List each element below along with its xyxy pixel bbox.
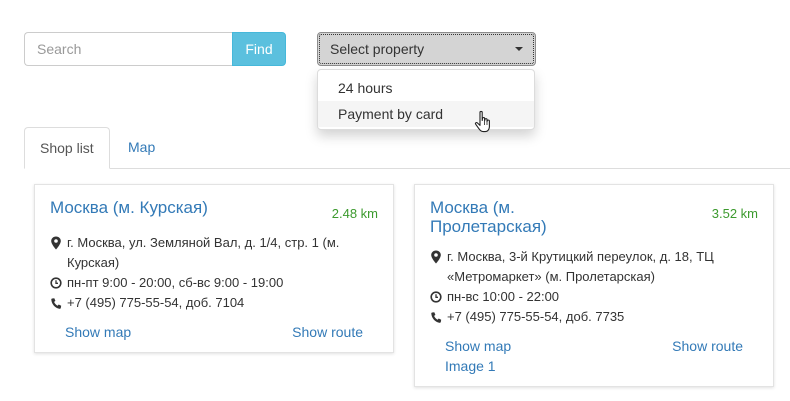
find-button[interactable]: Find <box>232 32 286 66</box>
shop-distance: 3.52 km <box>711 206 758 221</box>
shop-title[interactable]: Москва (м. Пролетарская) <box>430 198 630 236</box>
tab-map[interactable]: Map <box>113 127 170 169</box>
clock-icon <box>50 277 62 289</box>
shop-phone: +7 (495) 775-55-54, доб. 7104 <box>67 295 245 310</box>
tab-shop-list[interactable]: Shop list <box>24 127 110 169</box>
shop-card: Москва (м. Курская) 2.48 km г. Москва, у… <box>34 184 394 353</box>
shop-hours-row: пн-вс 10:00 - 22:00 <box>430 287 760 307</box>
show-map-link[interactable]: Show map <box>445 336 511 356</box>
shop-address: г. Москва, 3-й Крутицкий переулок, д. 18… <box>447 249 714 284</box>
search-input[interactable] <box>24 32 233 66</box>
shop-hours: пн-вс 10:00 - 22:00 <box>447 289 560 304</box>
image-link[interactable]: Image 1 <box>445 356 496 376</box>
shop-hours-row: пн-пт 9:00 - 20:00, сб-вс 9:00 - 19:00 <box>50 273 380 293</box>
hand-cursor-icon <box>474 110 490 133</box>
select-property-label: Select property <box>330 41 425 57</box>
shop-hours: пн-пт 9:00 - 20:00, сб-вс 9:00 - 19:00 <box>67 275 284 290</box>
select-property-button[interactable]: Select property <box>317 32 536 66</box>
phone-icon <box>431 312 442 323</box>
phone-icon <box>51 298 62 309</box>
tab-bar: Shop list Map <box>24 127 790 169</box>
shop-address: г. Москва, ул. Земляной Вал, д. 1/4, стр… <box>67 235 340 270</box>
caret-down-icon <box>515 47 523 51</box>
show-route-link[interactable]: Show route <box>672 336 743 356</box>
dropdown-item-payment-by-card[interactable]: Payment by card <box>318 101 534 127</box>
show-route-link[interactable]: Show route <box>292 322 363 342</box>
map-marker-icon <box>51 236 61 250</box>
shop-phone-row: +7 (495) 775-55-54, доб. 7104 <box>50 293 380 313</box>
shop-address-row: г. Москва, ул. Земляной Вал, д. 1/4, стр… <box>50 233 380 273</box>
property-dropdown-menu: 24 hours Payment by card <box>317 69 535 130</box>
shop-phone: +7 (495) 775-55-54, доб. 7735 <box>447 309 625 324</box>
clock-icon <box>430 291 442 303</box>
shop-title[interactable]: Москва (м. Курская) <box>50 198 315 217</box>
shop-card: Москва (м. Пролетарская) 3.52 km г. Моск… <box>414 184 774 387</box>
shop-phone-row: +7 (495) 775-55-54, доб. 7735 <box>430 307 760 327</box>
shop-distance: 2.48 km <box>331 206 378 221</box>
dropdown-item-24-hours[interactable]: 24 hours <box>318 75 534 101</box>
shop-address-row: г. Москва, 3-й Крутицкий переулок, д. 18… <box>430 247 760 287</box>
show-map-link[interactable]: Show map <box>65 322 131 342</box>
map-marker-icon <box>431 250 441 264</box>
